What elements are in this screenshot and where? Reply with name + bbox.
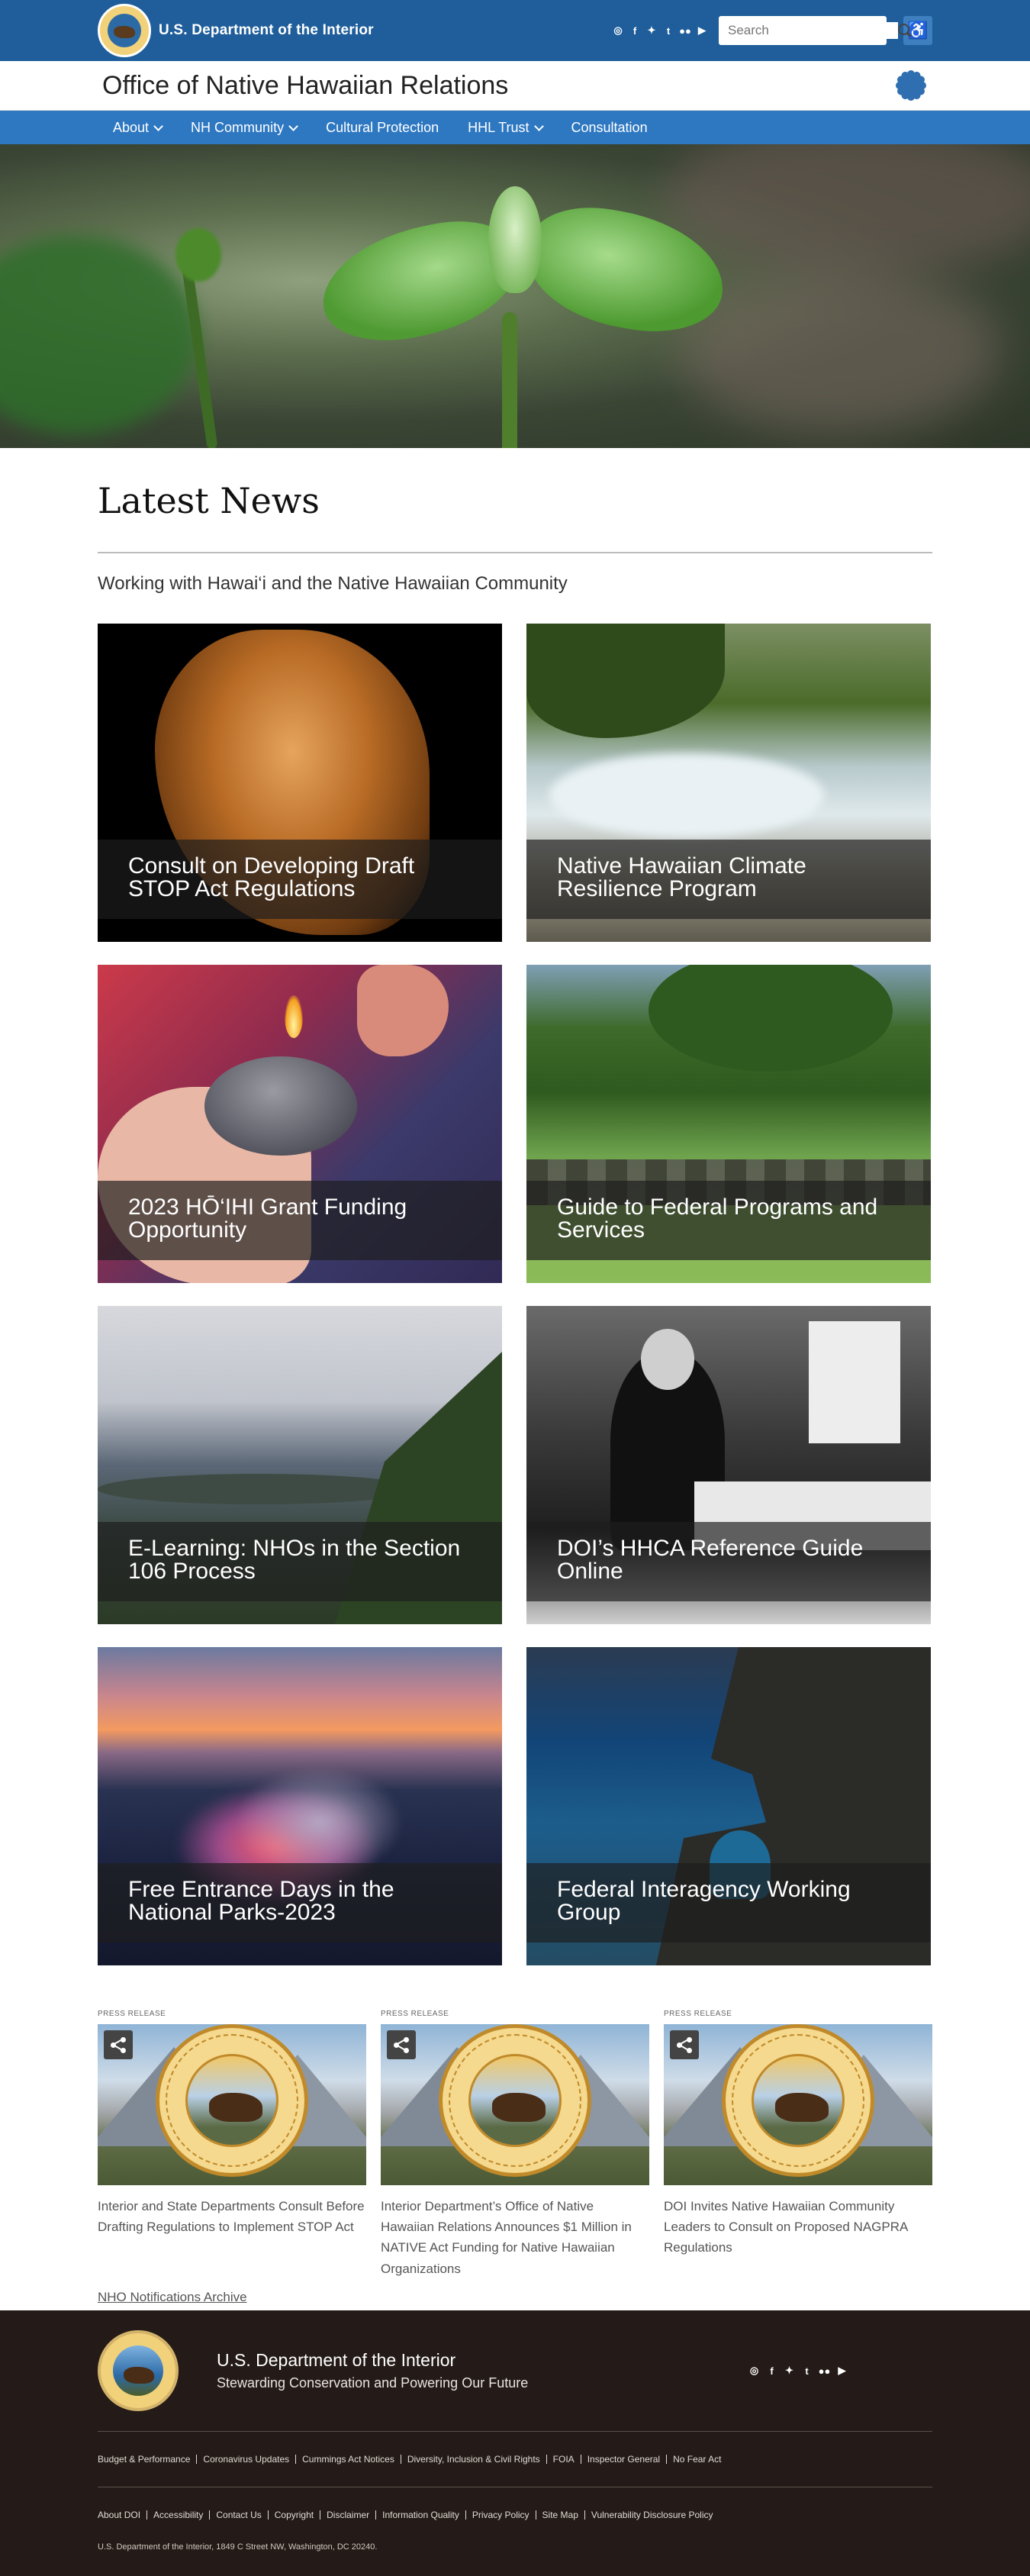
news-card-title: Federal Interagency Working Group bbox=[557, 1877, 851, 1925]
doi-seal-image bbox=[722, 2024, 874, 2177]
hero-image-seedling bbox=[0, 144, 1030, 448]
footer-link[interactable]: Diversity, Inclusion & Civil Rights bbox=[400, 2455, 546, 2464]
nav-item-hhl-trust[interactable]: HHL Trust bbox=[468, 120, 544, 136]
social-links: ◎ f ✦ t ●● ▶ bbox=[612, 24, 708, 37]
doi-seal-image bbox=[156, 2024, 308, 2177]
press-release-tag: PRESS RELEASE bbox=[664, 2010, 732, 2018]
news-card-title: Consult on Developing Draft STOP Act Reg… bbox=[128, 853, 415, 901]
news-card[interactable]: Native Hawaiian Climate Resilience Progr… bbox=[526, 624, 931, 942]
search-box bbox=[719, 16, 909, 45]
tumblr-icon[interactable]: t bbox=[800, 2365, 813, 2378]
news-card-title: 2023 HŌ‘IHI Grant Funding Opportunity bbox=[128, 1195, 407, 1243]
footer-links-secondary: About DOI Accessibility Contact Us Copyr… bbox=[98, 2487, 932, 2542]
flickr-icon[interactable]: ●● bbox=[818, 2365, 831, 2378]
news-card-title: Free Entrance Days in the National Parks… bbox=[128, 1877, 394, 1925]
site-footer: U.S. Department of the Interior Stewardi… bbox=[0, 2310, 1030, 2576]
chevron-down-icon bbox=[288, 121, 298, 131]
news-card-title: DOI’s HHCA Reference Guide Online bbox=[557, 1536, 864, 1584]
share-icon[interactable] bbox=[387, 2030, 416, 2059]
footer-link[interactable]: Information Quality bbox=[375, 2510, 465, 2520]
footer-tagline: Stewarding Conservation and Powering Our… bbox=[217, 2375, 529, 2391]
twitter-icon[interactable]: ✦ bbox=[783, 2365, 796, 2378]
footer-links-primary: Budget & Performance Coronavirus Updates… bbox=[98, 2432, 932, 2487]
instagram-icon[interactable]: ◎ bbox=[748, 2365, 761, 2378]
news-card[interactable]: Free Entrance Days in the National Parks… bbox=[98, 1647, 502, 1965]
chevron-down-icon bbox=[533, 121, 544, 131]
share-icon[interactable] bbox=[670, 2030, 699, 2059]
news-card-title: Native Hawaiian Climate Resilience Progr… bbox=[557, 853, 806, 901]
doi-seal-logo[interactable] bbox=[98, 2330, 179, 2411]
news-card[interactable]: DOI’s HHCA Reference Guide Online bbox=[526, 1306, 931, 1624]
onhr-logo-icon[interactable] bbox=[894, 69, 928, 102]
footer-link[interactable]: Vulnerability Disclosure Policy bbox=[584, 2510, 719, 2520]
footer-social-links: ◎ f ✦ t ●● ▶ bbox=[748, 2365, 848, 2378]
twitter-icon[interactable]: ✦ bbox=[645, 24, 658, 37]
office-title[interactable]: Office of Native Hawaiian Relations bbox=[102, 71, 508, 101]
doi-seal-logo bbox=[98, 4, 151, 57]
news-card[interactable]: Guide to Federal Programs and Services bbox=[526, 965, 931, 1283]
brand-title: U.S. Department of the Interior bbox=[159, 22, 374, 38]
press-releases: PRESS RELEASE Interior and State Departm… bbox=[98, 2010, 932, 2279]
top-bar: U.S. Department of the Interior ◎ f ✦ t … bbox=[0, 0, 1030, 61]
press-release-tag: PRESS RELEASE bbox=[381, 2010, 449, 2018]
tumblr-icon[interactable]: t bbox=[662, 24, 674, 37]
footer-title: U.S. Department of the Interior bbox=[217, 2350, 456, 2370]
footer-link[interactable]: No Fear Act bbox=[666, 2455, 727, 2464]
latest-news-subtitle: Working with Hawai‘i and the Native Hawa… bbox=[98, 573, 568, 594]
nav-item-cultural-protection[interactable]: Cultural Protection bbox=[326, 120, 439, 136]
chevron-down-icon bbox=[153, 121, 163, 131]
instagram-icon[interactable]: ◎ bbox=[612, 24, 624, 37]
press-release-item: PRESS RELEASE Interior Department’s Offi… bbox=[381, 2010, 649, 2279]
youtube-icon[interactable]: ▶ bbox=[696, 24, 708, 37]
news-card[interactable]: 2023 HŌ‘IHI Grant Funding Opportunity bbox=[98, 965, 502, 1283]
divider bbox=[98, 552, 932, 553]
news-card[interactable]: Consult on Developing Draft STOP Act Reg… bbox=[98, 624, 502, 942]
footer-link[interactable]: Coronavirus Updates bbox=[196, 2455, 295, 2464]
footer-link[interactable]: Cummings Act Notices bbox=[295, 2455, 401, 2464]
nho-archive-link[interactable]: NHO Notifications Archive bbox=[98, 2290, 247, 2305]
footer-link[interactable]: Disclaimer bbox=[320, 2510, 375, 2520]
press-release-item: PRESS RELEASE DOI Invites Native Hawaiia… bbox=[664, 2010, 932, 2279]
latest-news-heading: Latest News bbox=[98, 480, 320, 521]
footer-link[interactable]: Budget & Performance bbox=[98, 2455, 196, 2464]
footer-link[interactable]: About DOI bbox=[98, 2510, 146, 2520]
flickr-icon[interactable]: ●● bbox=[679, 24, 691, 37]
latest-news-section: Latest News Working with Hawai‘i and the… bbox=[98, 448, 932, 2305]
facebook-icon[interactable]: f bbox=[629, 24, 641, 37]
news-card[interactable]: Federal Interagency Working Group bbox=[526, 1647, 931, 1965]
main-nav: About NH Community Cultural Protection H… bbox=[0, 111, 1030, 144]
news-card-title: E-Learning: NHOs in the Section 106 Proc… bbox=[128, 1536, 461, 1584]
footer-link[interactable]: Accessibility bbox=[146, 2510, 209, 2520]
press-release-image[interactable] bbox=[664, 2024, 932, 2185]
press-release-title[interactable]: Interior Department’s Office of Native H… bbox=[381, 2196, 649, 2279]
footer-link[interactable]: Inspector General bbox=[580, 2455, 666, 2464]
nav-item-about[interactable]: About bbox=[113, 120, 163, 136]
news-card-title: Guide to Federal Programs and Services bbox=[557, 1195, 878, 1243]
footer-address: U.S. Department of the Interior, 1849 C … bbox=[98, 2542, 378, 2552]
press-release-image[interactable] bbox=[381, 2024, 649, 2185]
footer-link[interactable]: FOIA bbox=[546, 2455, 581, 2464]
office-header: Office of Native Hawaiian Relations bbox=[0, 61, 1030, 111]
news-card[interactable]: E-Learning: NHOs in the Section 106 Proc… bbox=[98, 1306, 502, 1624]
nav-item-nh-community[interactable]: NH Community bbox=[191, 120, 298, 136]
nav-item-consultation[interactable]: Consultation bbox=[571, 120, 648, 136]
share-icon[interactable] bbox=[104, 2030, 133, 2059]
footer-link[interactable]: Copyright bbox=[267, 2510, 320, 2520]
press-release-tag: PRESS RELEASE bbox=[98, 2010, 166, 2018]
footer-link[interactable]: Contact Us bbox=[209, 2510, 267, 2520]
doi-seal-image bbox=[439, 2024, 591, 2177]
footer-link[interactable]: Privacy Policy bbox=[465, 2510, 536, 2520]
press-release-title[interactable]: Interior and State Departments Consult B… bbox=[98, 2196, 366, 2237]
youtube-icon[interactable]: ▶ bbox=[835, 2365, 848, 2378]
footer-link[interactable]: Site Map bbox=[535, 2510, 584, 2520]
press-release-title[interactable]: DOI Invites Native Hawaiian Community Le… bbox=[664, 2196, 932, 2258]
news-card-grid: Consult on Developing Draft STOP Act Reg… bbox=[98, 624, 932, 1965]
facebook-icon[interactable]: f bbox=[765, 2365, 778, 2378]
press-release-image[interactable] bbox=[98, 2024, 366, 2185]
doi-home-link[interactable]: U.S. Department of the Interior bbox=[98, 4, 374, 57]
press-release-item: PRESS RELEASE Interior and State Departm… bbox=[98, 2010, 366, 2279]
search-input[interactable] bbox=[726, 22, 898, 39]
